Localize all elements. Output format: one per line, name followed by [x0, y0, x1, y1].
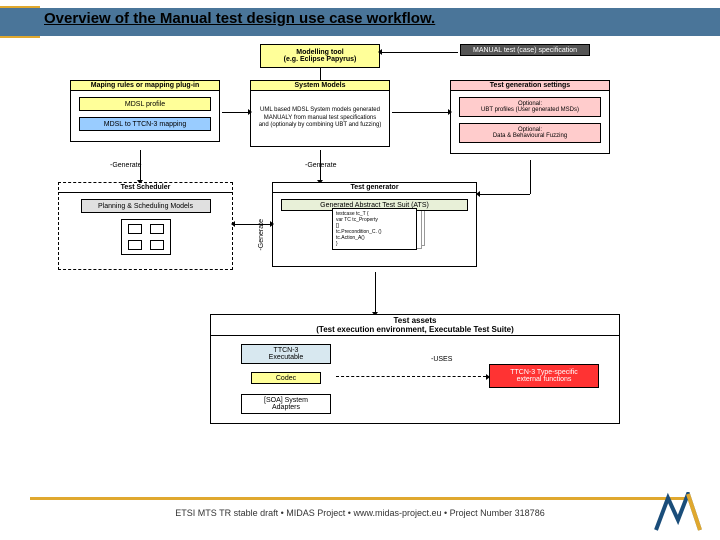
opt-ubt-box: Optional: UBT profiles (User generated M…: [459, 97, 601, 117]
modelling-tool-box: Modelling tool (e.g. Eclipse Papyrus): [260, 44, 380, 68]
workflow-diagram: Modelling tool (e.g. Eclipse Papyrus) MA…: [50, 44, 670, 480]
manual-spec-box: MANUAL test (case) specification: [460, 44, 590, 56]
midas-logo: [654, 492, 702, 532]
system-models-group: System Models UML based MDSL System mode…: [250, 80, 390, 147]
opt-ubt-label: Optional: UBT profiles (User generated M…: [481, 101, 579, 113]
arrow-manualspec-modeltool: [382, 52, 458, 53]
planning-models-box: Planning & Scheduling Models: [81, 199, 211, 213]
uses-label: -USES: [431, 356, 452, 363]
arrow-mapping-down: [140, 150, 141, 180]
ttcn3-ext-box: TTCN-3 Type-specific external functions: [489, 364, 599, 388]
slide-title: Overview of the Manual test design use c…: [44, 10, 435, 27]
arrow-generator-assets: [375, 272, 376, 312]
test-gen-settings-header: Test generation settings: [450, 80, 610, 91]
codec-box: Codec: [251, 372, 321, 384]
arrow-testgen-down: [530, 160, 531, 194]
scheduler-box-icon: [121, 219, 171, 255]
system-models-header: System Models: [250, 80, 390, 91]
soa-adapter-label: [SOA] System Adapters: [264, 397, 308, 411]
planning-models-label: Planning & Scheduling Models: [98, 203, 193, 210]
footer-divider: [30, 497, 690, 500]
opt-fuzz-box: Optional: Data & Behavioural Fuzzing: [459, 123, 601, 143]
mdsl-profile-box: MDSL profile: [79, 97, 211, 111]
generate-label-3: -Generate: [258, 219, 265, 251]
system-models-body: UML based MDSL System models generated M…: [250, 91, 390, 147]
test-generator-group: Test generator Generated Abstract Test S…: [272, 182, 477, 267]
arrow-sysmodels-down: [320, 150, 321, 180]
system-models-body-text: UML based MDSL System models generated M…: [259, 107, 382, 130]
arrow-codec-ext: [336, 376, 486, 377]
arrow-mapping-sysmodels: [222, 112, 248, 113]
test-generator-header: Test generator: [272, 182, 477, 193]
arrow-sysmodels-testgen: [392, 112, 448, 113]
generate-label-1: -Generate: [110, 162, 142, 169]
codec-label: Codec: [276, 375, 296, 382]
ttcn3-ext-label: TTCN-3 Type-specific external functions: [510, 369, 578, 383]
mdsl-mapping-box: MDSL to TTCN-3 mapping: [79, 117, 211, 131]
opt-fuzz-label: Optional: Data & Behavioural Fuzzing: [493, 127, 567, 139]
modelling-tool-label: Modelling tool (e.g. Eclipse Papyrus): [284, 49, 357, 63]
testcase-code: testcase tc_T { var TC tc_Property [] tc…: [332, 208, 417, 250]
mdsl-profile-label: MDSL profile: [125, 101, 165, 108]
test-assets-group: Test assets (Test execution environment,…: [210, 314, 620, 424]
mapping-rules-header: Maping rules or mapping plug-in: [70, 80, 220, 91]
mdsl-mapping-label: MDSL to TTCN-3 mapping: [104, 121, 186, 128]
soa-adapter-box: [SOA] System Adapters: [241, 394, 331, 414]
testcase-stack: testcase tc_T { var TC tc_Property [] tc…: [332, 208, 417, 250]
manual-spec-label: MANUAL test (case) specification: [473, 47, 577, 54]
mapping-rules-group: Maping rules or mapping plug-in MDSL pro…: [70, 80, 220, 142]
test-assets-header: Test assets (Test execution environment,…: [210, 314, 620, 336]
ttcn3-exec-box: TTCN-3 Executable: [241, 344, 331, 364]
arrow-testgen-left: [480, 194, 530, 195]
test-gen-settings-group: Test generation settings Optional: UBT p…: [450, 80, 610, 154]
test-scheduler-group: Test Scheduler Planning & Scheduling Mod…: [58, 182, 233, 270]
arrow-modeltool-sysmodels: [320, 68, 321, 80]
test-scheduler-header: Test Scheduler: [59, 183, 232, 193]
ttcn3-exec-label: TTCN-3 Executable: [269, 347, 304, 361]
footer-text: ETSI MTS TR stable draft • MIDAS Project…: [0, 508, 720, 518]
